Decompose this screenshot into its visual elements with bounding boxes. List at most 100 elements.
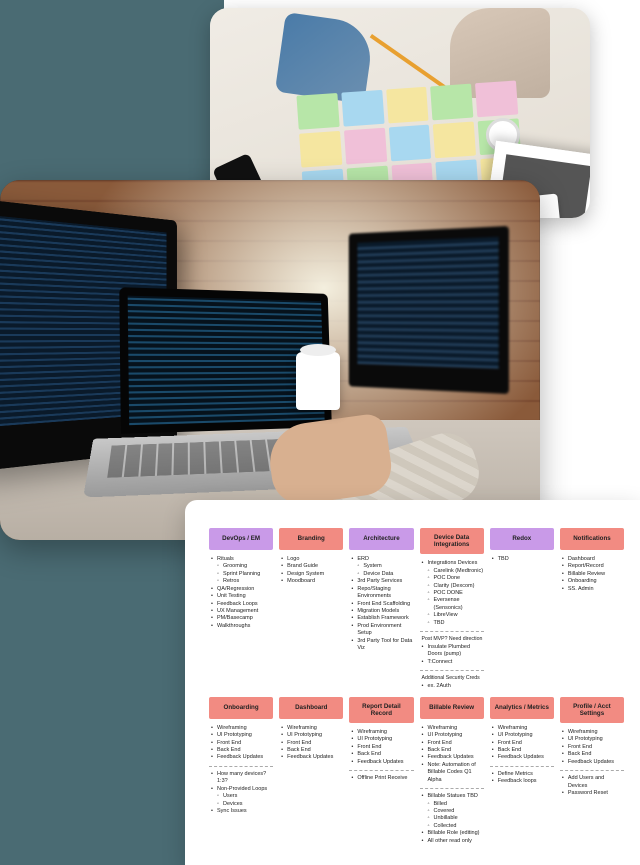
- list-item: Insulate Plumbed Doors (pump): [422, 644, 484, 659]
- list-item: Sprint Planning: [211, 571, 273, 578]
- divider: [420, 788, 484, 789]
- divider: [560, 770, 624, 771]
- list-item: UI Prototyping: [281, 732, 343, 739]
- planning-board: DevOps / EMRitualsGroomingSprint Plannin…: [185, 500, 640, 865]
- list-item: Device Data: [351, 571, 413, 578]
- list-item: Back End: [211, 747, 273, 754]
- list-item: Feedback loops: [492, 778, 554, 785]
- list-item: Carelink (Medtronic): [422, 568, 484, 575]
- coffee-cup-icon: [296, 352, 340, 410]
- list-item: Clarity (Dexcom): [422, 583, 484, 590]
- list-item: Define Metrics: [492, 771, 554, 778]
- list-item: Eversense (Sensonics): [422, 597, 484, 612]
- list-item: Wireframing: [211, 725, 273, 732]
- divider: [209, 766, 273, 767]
- board-column: DashboardWireframingUI PrototypingFront …: [279, 697, 343, 845]
- list-item: TBD: [492, 556, 554, 563]
- list-item: Rituals: [211, 556, 273, 563]
- list-item: Establish Framework: [351, 615, 413, 622]
- list-item: T:Connect: [422, 659, 484, 666]
- list-item: Design System: [281, 571, 343, 578]
- board-column: Billable ReviewWireframingUI Prototyping…: [420, 697, 484, 845]
- list-item: Billable Review: [562, 571, 624, 578]
- board-column: BrandingLogoBrand GuideDesign SystemMood…: [279, 528, 343, 691]
- column-header: Architecture: [349, 528, 413, 550]
- list-item: Grooming: [211, 563, 273, 570]
- list-item: Report/Record: [562, 563, 624, 570]
- list-item: Covered: [422, 808, 484, 815]
- divider: [420, 631, 484, 632]
- list-item: UI Prototyping: [422, 732, 484, 739]
- list-item: TBD: [422, 620, 484, 627]
- list-item: Unbillable: [422, 815, 484, 822]
- list-item: Repo/Staging Environments: [351, 586, 413, 601]
- list-item: Integrations Devices: [422, 560, 484, 567]
- list-item: UI Prototyping: [562, 736, 624, 743]
- list-item: PM/Basecamp: [211, 615, 273, 622]
- divider: [420, 670, 484, 671]
- list-item: Devices: [211, 801, 273, 808]
- list-item: All other read only: [422, 838, 484, 845]
- list-item: Front End: [492, 740, 554, 747]
- list-item: Dashboard: [562, 556, 624, 563]
- list-item: Unit Testing: [211, 593, 273, 600]
- list-item: UI Prototyping: [351, 736, 413, 743]
- list-item: Retros: [211, 578, 273, 585]
- monitor-icon: [349, 226, 509, 394]
- list-item: Prod Environment Setup: [351, 623, 413, 638]
- board-row-2: OnboardingWireframingUI PrototypingFront…: [209, 697, 624, 845]
- list-item: Front End: [422, 740, 484, 747]
- list-item: Wireframing: [492, 725, 554, 732]
- board-column: RedoxTBD: [490, 528, 554, 691]
- column-header: Device Data Integrations: [420, 528, 484, 554]
- board-row-1: DevOps / EMRitualsGroomingSprint Plannin…: [209, 528, 624, 691]
- list-item: Wireframing: [422, 725, 484, 732]
- list-item: Feedback Loops: [211, 601, 273, 608]
- list-item: Note: Automation of Billable Codes Q1 Al…: [422, 762, 484, 784]
- section-note: Post MVP? Need direction: [422, 636, 484, 642]
- list-item: POC Done: [422, 575, 484, 582]
- list-item: POC DONE: [422, 590, 484, 597]
- list-item: 3rd Party Services: [351, 578, 413, 585]
- list-item: System: [351, 563, 413, 570]
- list-item: Sync Issues: [211, 808, 273, 815]
- list-item: Front End: [281, 740, 343, 747]
- list-item: LibreView: [422, 612, 484, 619]
- list-item: QA/Regression: [211, 586, 273, 593]
- list-item: UX Management: [211, 608, 273, 615]
- list-item: Back End: [492, 747, 554, 754]
- list-item: Billable Role (editing): [422, 830, 484, 837]
- list-item: Feedback Updates: [211, 754, 273, 761]
- list-item: Feedback Updates: [351, 759, 413, 766]
- column-header: Analytics / Metrics: [490, 697, 554, 719]
- list-item: Back End: [562, 751, 624, 758]
- divider: [490, 766, 554, 767]
- list-item: Non-Provided Loops: [211, 786, 273, 793]
- developer-photo: [0, 180, 540, 540]
- list-item: Migration Models: [351, 608, 413, 615]
- list-item: Back End: [351, 751, 413, 758]
- board-column: Analytics / MetricsWireframingUI Prototy…: [490, 697, 554, 845]
- list-item: Feedback Updates: [281, 754, 343, 761]
- list-item: Moodboard: [281, 578, 343, 585]
- list-item: Front End: [211, 740, 273, 747]
- column-header: Profile / Acct Settings: [560, 697, 624, 723]
- list-item: ex. 2Auth: [422, 683, 484, 690]
- list-item: Front End Scaffolding: [351, 601, 413, 608]
- list-item: Feedback Updates: [422, 754, 484, 761]
- list-item: Onboarding: [562, 578, 624, 585]
- list-item: Wireframing: [281, 725, 343, 732]
- list-item: 3rd Party Tool for Data Viz: [351, 638, 413, 653]
- column-header: Onboarding: [209, 697, 273, 719]
- list-item: Offline Print Receive: [351, 775, 413, 782]
- list-item: Wireframing: [562, 729, 624, 736]
- divider: [349, 770, 413, 771]
- board-column: NotificationsDashboardReport/RecordBilla…: [560, 528, 624, 691]
- list-item: Feedback Updates: [562, 759, 624, 766]
- list-item: Wireframing: [351, 729, 413, 736]
- list-item: Add Users and Devices: [562, 775, 624, 790]
- list-item: Front End: [562, 744, 624, 751]
- list-item: Users: [211, 793, 273, 800]
- board-column: OnboardingWireframingUI PrototypingFront…: [209, 697, 273, 845]
- board-column: Profile / Acct Settings WireframingUI Pro…: [560, 697, 624, 845]
